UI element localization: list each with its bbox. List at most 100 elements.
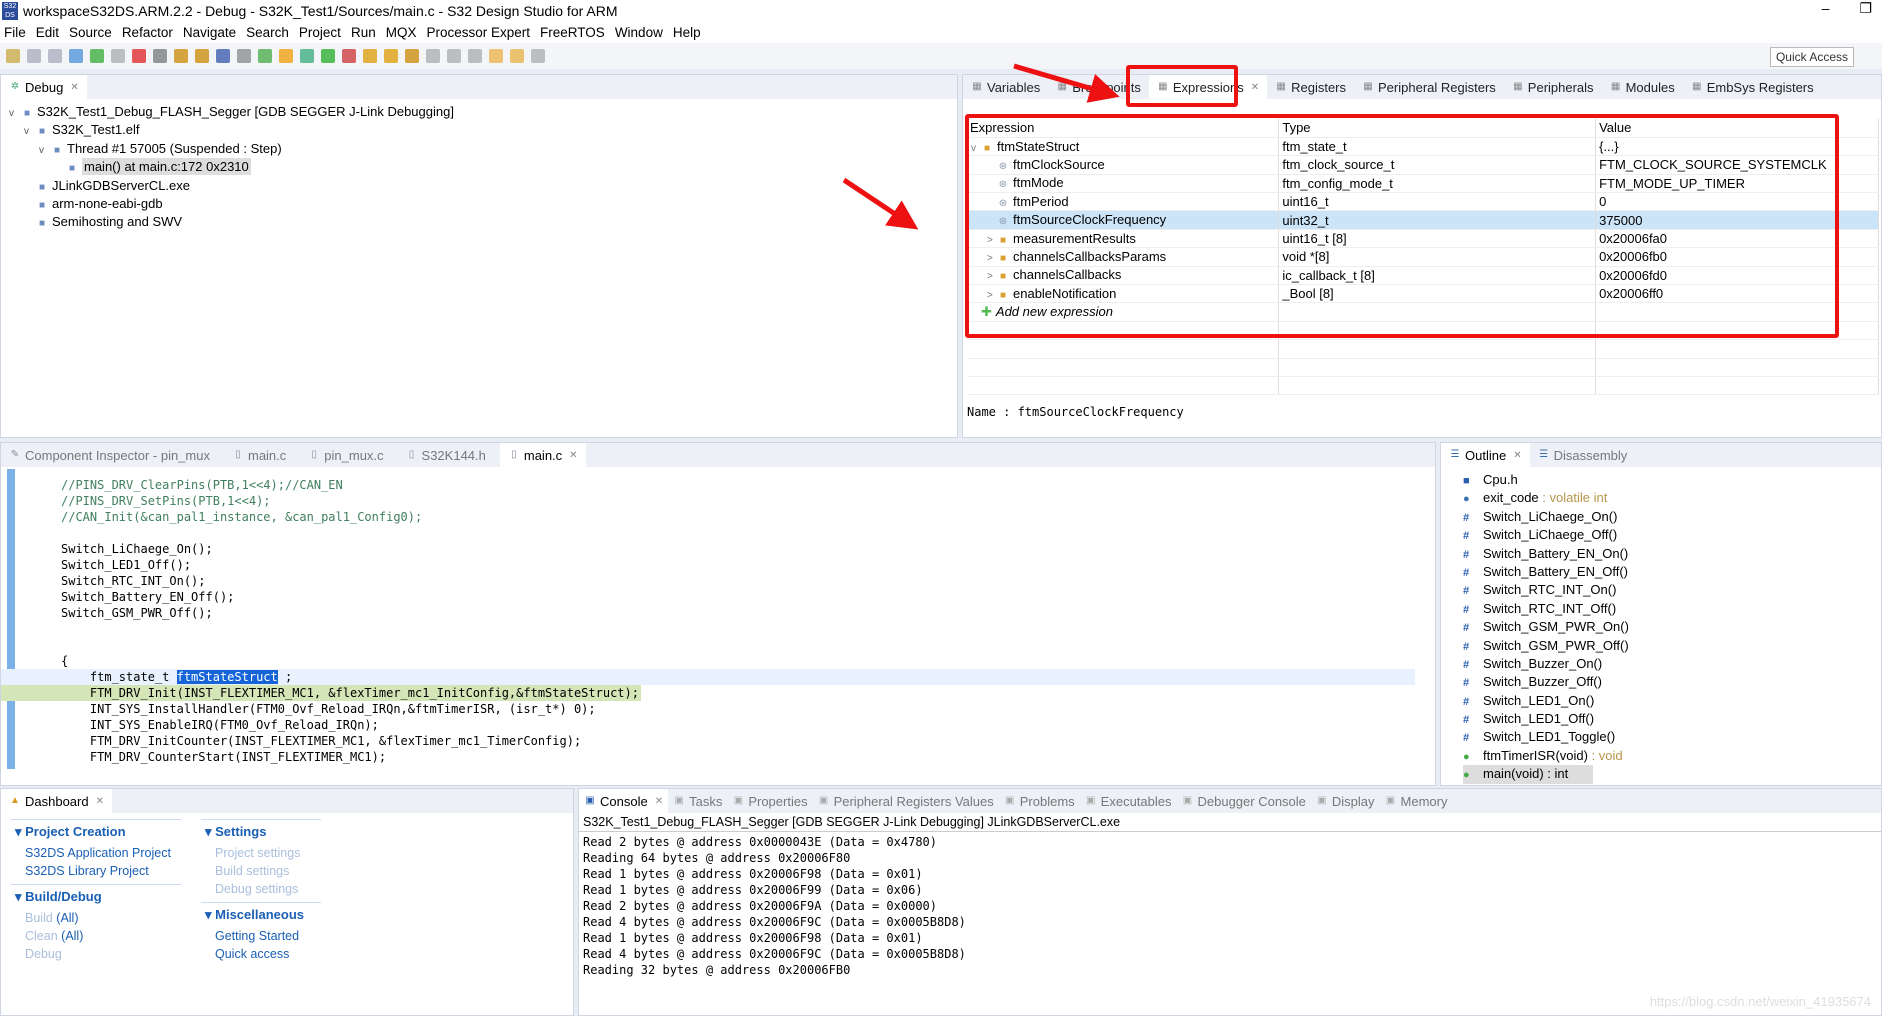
outline-item[interactable]: # Switch_Battery_EN_On() (1463, 545, 1881, 563)
toolbar-button-icon[interactable] (510, 49, 524, 63)
tab-modules[interactable]: ▦ Modules (1602, 75, 1683, 99)
toolbar-button-icon[interactable] (48, 49, 62, 63)
tab-embsys-registers[interactable]: ▦ EmbSys Registers (1683, 75, 1822, 99)
tab-display[interactable]: ▣ Display (1311, 789, 1380, 813)
menu-project[interactable]: Project (299, 25, 341, 40)
editor-tab-component-inspector-pin-mux[interactable]: ✎ Component Inspector - pin_mux (1, 443, 218, 467)
s32ds-application-project-link[interactable]: S32DS Application Project (11, 844, 185, 862)
toolbar-button-icon[interactable] (468, 49, 482, 63)
menu-file[interactable]: File (4, 25, 26, 40)
tab-memory[interactable]: ▣ Memory (1380, 789, 1453, 813)
menu-refactor[interactable]: Refactor (122, 25, 173, 40)
close-icon[interactable]: ✕ (1513, 450, 1521, 461)
toolbar-button-icon[interactable] (237, 49, 251, 63)
section-settings[interactable]: ▾ Settings (201, 819, 321, 844)
tab-dashboard[interactable]: ▲ Dashboard ✕ (1, 789, 112, 813)
tab-registers[interactable]: ▦ Registers (1267, 75, 1354, 99)
close-icon[interactable]: ✕ (1251, 82, 1259, 93)
quick-access-link[interactable]: Quick access (201, 945, 321, 963)
toolbar-button-icon[interactable] (531, 49, 545, 63)
toolbar-button-icon[interactable] (216, 49, 230, 63)
editor-tab-pin-mux-c[interactable]: ▯ pin_mux.c (300, 443, 391, 467)
toolbar-button-icon[interactable] (27, 49, 41, 63)
expand-toggle-icon[interactable]: v (24, 123, 36, 141)
menu-run[interactable]: Run (351, 25, 376, 40)
close-icon[interactable]: ✕ (569, 450, 577, 461)
clean-link[interactable]: Clean (25, 929, 58, 943)
tab-peripherals[interactable]: ▦ Peripherals (1504, 75, 1602, 99)
debug-link[interactable]: Debug (11, 945, 185, 963)
toolbar-button-icon[interactable] (363, 49, 377, 63)
outline-item[interactable]: ■ Cpu.h (1463, 471, 1881, 489)
toolbar-button-icon[interactable] (195, 49, 209, 63)
toolbar-button-icon[interactable] (447, 49, 461, 63)
project-settings-link[interactable]: Project settings (201, 844, 321, 862)
build-link[interactable]: Build (25, 911, 53, 925)
toolbar-button-icon[interactable] (153, 49, 167, 63)
toolbar-button-icon[interactable] (90, 49, 104, 63)
outline-item[interactable]: # Switch_Battery_EN_Off() (1463, 563, 1881, 581)
clean-all-link[interactable]: (All) (61, 929, 83, 943)
minimize-button[interactable]: – (1822, 0, 1830, 17)
outline-item[interactable]: # Switch_LiChaege_Off() (1463, 526, 1881, 544)
section-project-creation[interactable]: ▾ Project Creation (11, 819, 181, 844)
section-build-debug[interactable]: ▾ Build/Debug (11, 884, 181, 909)
toolbar-button-icon[interactable] (6, 49, 20, 63)
outline-item[interactable]: # Switch_Buzzer_Off() (1463, 673, 1881, 691)
outline-item[interactable]: # Switch_RTC_INT_On() (1463, 581, 1881, 599)
tab-debugger-console[interactable]: ▣ Debugger Console (1177, 789, 1311, 813)
menu-window[interactable]: Window (615, 25, 663, 40)
outline-item[interactable]: # Switch_Buzzer_On() (1463, 655, 1881, 673)
toolbar-button-icon[interactable] (300, 49, 314, 63)
debug-tree-item[interactable]: v ■ S32K_Test1_Debug_FLASH_Segger [GDB SEG… (9, 103, 957, 121)
tab-executables[interactable]: ▣ Executables (1080, 789, 1177, 813)
tab-variables[interactable]: ▦ Variables (963, 75, 1048, 99)
tab-problems[interactable]: ▣ Problems (999, 789, 1080, 813)
menu-help[interactable]: Help (673, 25, 701, 40)
expand-toggle-icon[interactable]: v (39, 142, 51, 160)
outline-item[interactable]: # Switch_LiChaege_On() (1463, 508, 1881, 526)
tab-tasks[interactable]: ▣ Tasks (668, 789, 727, 813)
toolbar-button-icon[interactable] (132, 49, 146, 63)
outline-item[interactable]: # Switch_LED1_Off() (1463, 710, 1881, 728)
tab-peripheral-registers[interactable]: ▦ Peripheral Registers (1354, 75, 1504, 99)
editor-tab-s32k144-h[interactable]: ▯ S32K144.h (398, 443, 494, 467)
menu-search[interactable]: Search (246, 25, 289, 40)
menu-navigate[interactable]: Navigate (183, 25, 236, 40)
tab-properties[interactable]: ▣ Properties (727, 789, 812, 813)
debug-tree-item[interactable]: ■ Semihosting and SWV (9, 213, 957, 231)
toolbar-button-icon[interactable] (174, 49, 188, 63)
restore-button[interactable]: ❐ (1859, 0, 1872, 17)
toolbar-button-icon[interactable] (384, 49, 398, 63)
toolbar-button-icon[interactable] (279, 49, 293, 63)
code-area[interactable]: //PINS_DRV_ClearPins(PTB,1<<4);//CAN_EN /… (1, 477, 1415, 765)
menu-source[interactable]: Source (69, 25, 112, 40)
toolbar-button-icon[interactable] (321, 49, 335, 63)
debug-tree-item[interactable]: ■ arm-none-eabi-gdb (9, 195, 957, 213)
menu-processor-expert[interactable]: Processor Expert (426, 25, 530, 40)
outline-item[interactable]: ● ftmTimerISR(void) : void (1463, 747, 1881, 765)
tab-debug[interactable]: ✲ Debug ✕ (1, 75, 87, 99)
editor-tab-main-c[interactable]: ▯ main.c (224, 443, 294, 467)
menu-edit[interactable]: Edit (36, 25, 59, 40)
close-icon[interactable]: ✕ (655, 796, 663, 807)
toolbar-button-icon[interactable] (69, 49, 83, 63)
outline-item[interactable]: # Switch_GSM_PWR_Off() (1463, 637, 1881, 655)
debug-tree-item[interactable]: ■ JLinkGDBServerCL.exe (9, 177, 957, 195)
toolbar-button-icon[interactable] (405, 49, 419, 63)
tab-peripheral-registers-values[interactable]: ▣ Peripheral Registers Values (813, 789, 999, 813)
getting-started-link[interactable]: Getting Started (201, 927, 321, 945)
quick-access-field[interactable]: Quick Access (1769, 47, 1854, 67)
toolbar-button-icon[interactable] (426, 49, 440, 63)
outline-item[interactable]: ● main(void) : int (1463, 765, 1593, 784)
debug-tree-item[interactable]: v ■ S32K_Test1.elf (9, 121, 957, 139)
section-miscellaneous[interactable]: ▾ Miscellaneous (201, 902, 321, 927)
menu-mqx[interactable]: MQX (386, 25, 417, 40)
build-settings-link[interactable]: Build settings (201, 862, 321, 880)
build-all-link[interactable]: (All) (56, 911, 78, 925)
tab-disassembly[interactable]: ☰ Disassembly (1530, 443, 1636, 467)
toolbar-button-icon[interactable] (258, 49, 272, 63)
outline-item[interactable]: # Switch_RTC_INT_Off() (1463, 600, 1881, 618)
toolbar-button-icon[interactable] (111, 49, 125, 63)
editor-tab-main-c[interactable]: ▯ main.c ✕ (499, 443, 586, 467)
